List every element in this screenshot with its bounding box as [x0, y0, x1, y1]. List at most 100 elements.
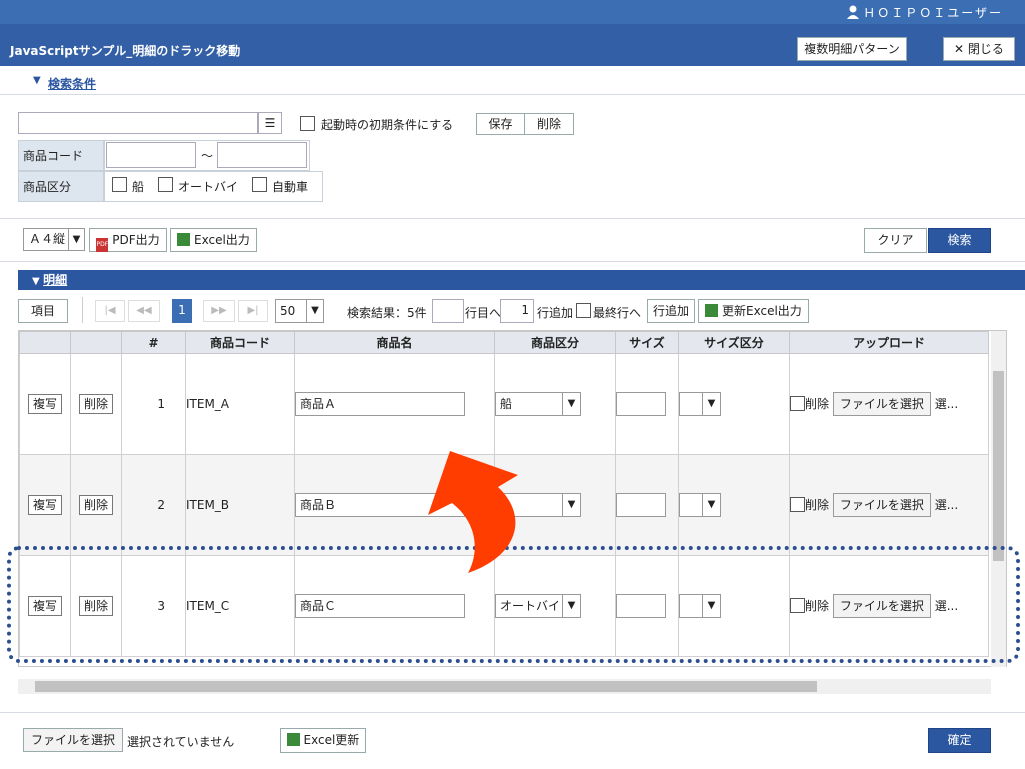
item-kbn-select[interactable]: 船 ▼: [495, 392, 581, 416]
divider: [82, 297, 83, 323]
triangle-down-icon: ▼: [33, 75, 41, 86]
file-delete-checkbox[interactable]: [790, 497, 805, 512]
chevron-down-icon: ▼: [562, 494, 580, 516]
chevron-down-icon: ▼: [68, 229, 84, 250]
update-excel-button[interactable]: 更新Excel出力: [698, 299, 809, 323]
code-to-input[interactable]: [217, 142, 307, 168]
drag-arrow-icon: [428, 451, 518, 573]
pdf-button[interactable]: PDF PDF出力: [89, 228, 167, 252]
list-icon[interactable]: ☰: [258, 112, 282, 134]
page-size-select[interactable]: 50 ▼: [275, 299, 324, 323]
file-status: 選...: [934, 397, 959, 411]
item-code: ITEM_A: [185, 353, 295, 455]
size-kbn-select[interactable]: ▼: [679, 493, 721, 517]
condition-name-input[interactable]: [18, 112, 258, 134]
file-delete-checkbox[interactable]: [790, 396, 805, 411]
col-header[interactable]: 商品区分: [494, 331, 616, 354]
header-row: # 商品コード 商品名 商品区分 サイズ サイズ区分 アップロード: [19, 331, 989, 354]
kbn-bike-checkbox[interactable]: [158, 177, 173, 192]
excel-icon: [177, 233, 191, 246]
update-excel-label: 更新Excel出力: [722, 304, 802, 318]
col-header[interactable]: 商品名: [294, 331, 495, 354]
code-from-input[interactable]: [106, 142, 196, 168]
next-page-icon[interactable]: ▶▶: [203, 300, 235, 322]
row-number: 1: [121, 353, 186, 455]
file-select-button[interactable]: ファイルを選択: [832, 493, 931, 517]
clear-button[interactable]: クリア: [864, 228, 927, 253]
init-cond-checkbox[interactable]: [300, 116, 315, 131]
confirm-button[interactable]: 確定: [928, 728, 991, 753]
footer-file-status: 選択されていません: [127, 735, 235, 749]
search-section-toggle[interactable]: 検索条件: [48, 75, 96, 92]
kbn-label: 商品区分: [18, 171, 104, 202]
table-row[interactable]: 複写 削除 1 ITEM_A 商品Ａ 船 ▼ ▼ 削除 ファイルを選択 選...: [19, 353, 989, 455]
excel-update-button[interactable]: Excel更新: [280, 728, 366, 753]
kbn-bike-label: オートバイ: [178, 180, 239, 194]
size-kbn-select[interactable]: ▼: [679, 392, 721, 416]
save-button[interactable]: 保存: [476, 113, 525, 135]
multi-pattern-button[interactable]: 複数明細パターン: [797, 37, 907, 61]
page-number[interactable]: 1: [172, 299, 192, 323]
col-header: [19, 331, 71, 354]
row-delete-button[interactable]: 削除: [78, 495, 113, 515]
user-icon: [847, 5, 860, 19]
excel-button[interactable]: Excel出力: [170, 228, 257, 252]
excel-label: Excel出力: [194, 233, 250, 247]
item-name-input[interactable]: 商品Ａ: [295, 392, 465, 416]
goto-row-input[interactable]: [432, 299, 464, 323]
chevron-down-icon: ▼: [702, 494, 720, 516]
file-select-button[interactable]: ファイルを選択: [832, 392, 931, 416]
kbn-car-checkbox[interactable]: [252, 177, 267, 192]
size-input[interactable]: [616, 493, 666, 517]
delete-button[interactable]: 削除: [524, 113, 574, 135]
excel-icon: [286, 733, 300, 746]
horizontal-scroll-thumb[interactable]: [35, 681, 817, 692]
kbn-ship-checkbox[interactable]: [112, 177, 127, 192]
item-kbn-value: 船: [500, 397, 513, 411]
file-delete-label: 削除: [805, 498, 830, 512]
row-number: 2: [121, 454, 186, 556]
detail-section-bar[interactable]: ▼ 明細: [18, 270, 1025, 290]
prev-page-icon[interactable]: ◀◀: [128, 300, 160, 322]
vertical-scroll-thumb[interactable]: [993, 371, 1004, 561]
add-row-button[interactable]: 行追加: [647, 299, 695, 323]
paper-value: Ａ４縦: [29, 232, 66, 246]
last-page-icon[interactable]: ▶|: [238, 300, 268, 322]
detail-section-label: 明細: [43, 273, 68, 287]
user-name: ＨＯＩＰＯＩユーザー: [863, 6, 1003, 20]
kbn-ship-label: 船: [132, 180, 145, 194]
result-count: 検索結果：5件: [347, 306, 427, 320]
col-header: [70, 331, 122, 354]
user-menu[interactable]: ＨＯＩＰＯＩユーザー: [847, 4, 1003, 21]
page-size-value: 50: [280, 304, 296, 318]
close-label: 閉じる: [967, 42, 1004, 56]
columns-button[interactable]: 項目: [18, 299, 68, 323]
kbn-car-label: 自動車: [272, 180, 309, 194]
col-header[interactable]: アップロード: [789, 331, 989, 354]
col-header[interactable]: サイズ区分: [678, 331, 790, 354]
col-header[interactable]: #: [121, 331, 186, 354]
row-delete-button[interactable]: 削除: [78, 394, 113, 414]
size-input[interactable]: [616, 392, 666, 416]
page-title: JavaScriptサンプル_明細のドラック移動: [10, 44, 241, 58]
search-button[interactable]: 検索: [928, 228, 991, 253]
excel-update-label: Excel更新: [303, 733, 360, 747]
close-button[interactable]: ✕ 閉じる: [943, 37, 1015, 61]
triangle-down-icon: ▼: [32, 276, 44, 287]
pdf-label: PDF出力: [112, 233, 160, 247]
footer-file-button[interactable]: ファイルを選択: [23, 728, 123, 752]
search-section-bar: [0, 68, 1025, 95]
first-page-icon[interactable]: |◀: [95, 300, 125, 322]
col-header[interactable]: サイズ: [615, 331, 679, 354]
add-count-input[interactable]: 1: [500, 299, 534, 323]
paper-select[interactable]: Ａ４縦 ▼: [23, 228, 85, 251]
copy-button[interactable]: 複写: [27, 495, 62, 515]
add-row-label: 行追加: [537, 306, 574, 320]
code-label: 商品コード: [18, 140, 104, 171]
last-row-checkbox[interactable]: [576, 303, 591, 318]
excel-icon: [705, 304, 719, 317]
last-row-label: 最終行へ: [593, 306, 642, 320]
col-header[interactable]: 商品コード: [185, 331, 295, 354]
copy-button[interactable]: 複写: [27, 394, 62, 414]
tilde: ～: [201, 149, 214, 163]
